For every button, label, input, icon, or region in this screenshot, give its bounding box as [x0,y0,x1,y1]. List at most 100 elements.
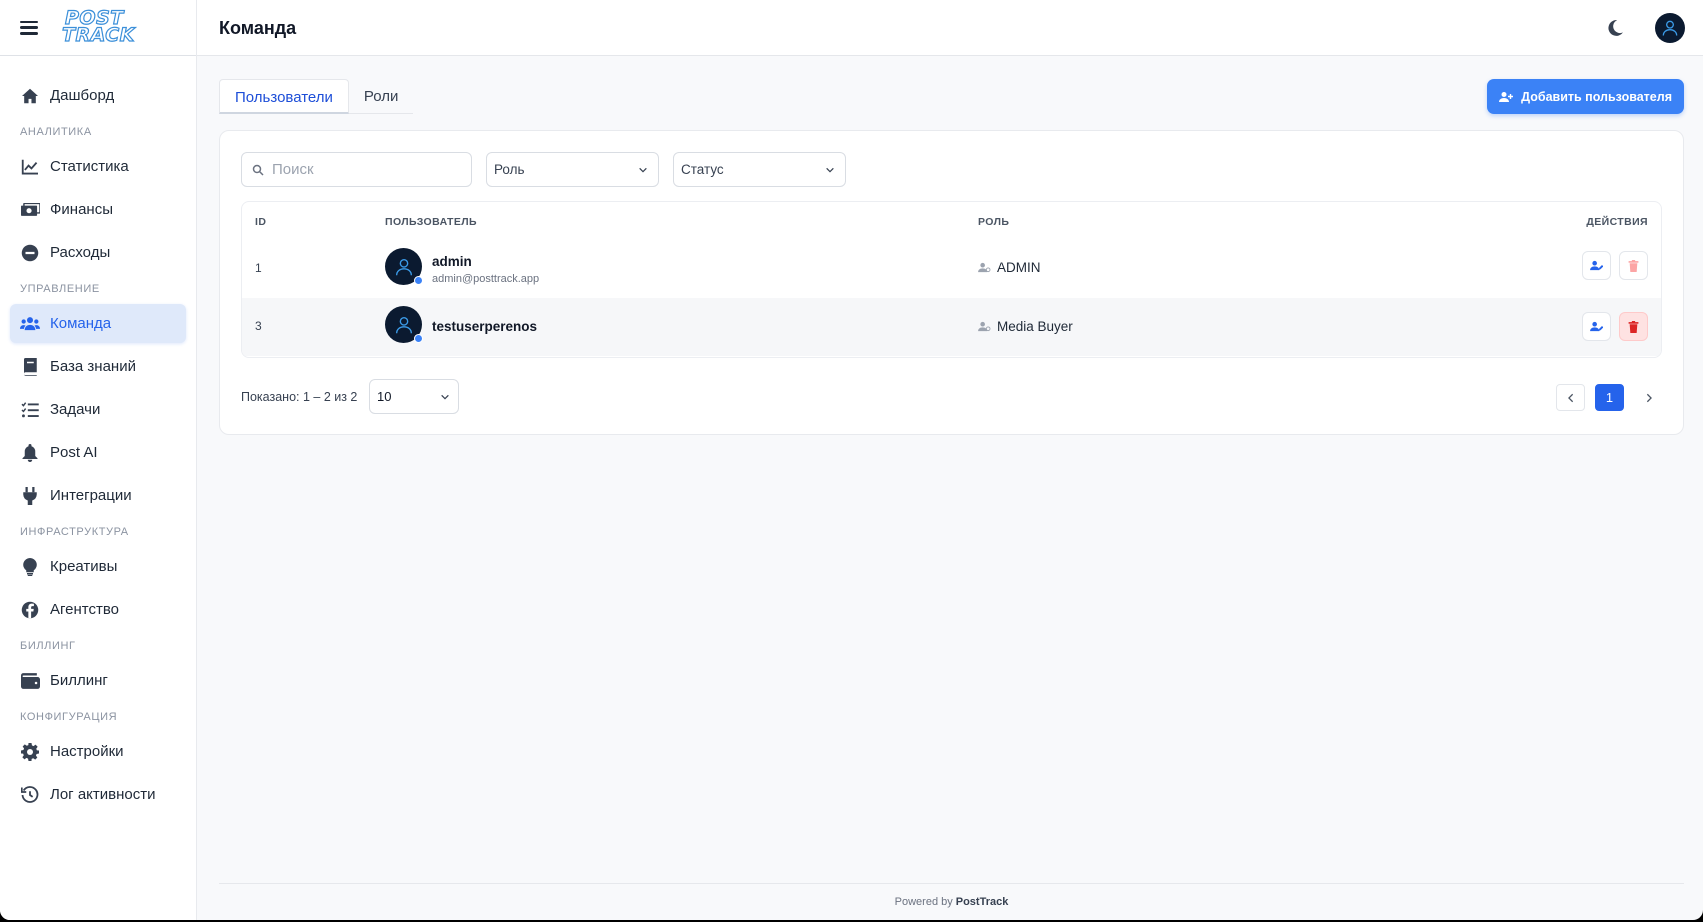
sidebar-item-facebook[interactable]: Агентство [10,590,186,629]
user-plus-icon [1499,91,1514,103]
logo-line-2: TRACK [61,24,135,46]
user-role: ADMIN [978,260,1041,275]
edit-role-button[interactable] [1582,251,1611,280]
history-icon [20,785,40,805]
wallet-icon [20,671,40,691]
sidebar-item-wallet[interactable]: Биллинг [10,661,186,700]
status-select[interactable]: Статус [673,152,846,187]
tabs: Пользователи Роли [219,79,414,114]
chevron-right-icon [1646,393,1652,402]
tasks-icon [20,400,40,420]
per-page-select[interactable]: 10 [369,379,459,414]
sidebar-item-label: Финансы [50,201,113,218]
sidebar-header: POST TRACK [0,0,196,56]
nav-section-label: БИЛЛИНГ [20,640,76,652]
sidebar-item-label: Команда [50,315,112,332]
menu-toggle-icon[interactable] [20,20,38,35]
chevron-down-icon [639,167,647,173]
posttrack-logo[interactable]: POST TRACK [61,8,135,46]
next-page-button[interactable] [1634,384,1663,411]
avatar[interactable] [385,306,423,343]
sidebar-item-bell[interactable]: Post AI [10,433,186,472]
prev-page-button[interactable] [1556,384,1585,411]
sidebar-item-home[interactable]: Дашборд [10,76,186,115]
top-bar: Команда [197,0,1703,56]
col-user: ПОЛЬЗОВАТЕЛЬ [385,216,477,228]
sidebar-item-label: Агентство [50,601,119,618]
trash-icon [1628,259,1639,272]
tab-roles[interactable]: Роли [348,79,414,114]
filters-bar: Роль Статус [241,152,846,187]
sidebar-item-money[interactable]: Финансы [10,190,186,229]
delete-button[interactable] [1619,312,1648,341]
user-icon [1662,20,1678,36]
sidebar-item-book[interactable]: База знаний [10,347,186,386]
sidebar-item-users[interactable]: Команда [10,304,186,343]
users-table: ID ПОЛЬЗОВАТЕЛЬ РОЛЬ ДЕЙСТВИЯ 1 admin ad… [241,201,1662,358]
nav-section-label: УПРАВЛЕНИЕ [20,283,100,295]
footer: Powered by PostTrack [219,883,1684,920]
trash-icon [1628,320,1639,333]
sidebar-item-minus-circle[interactable]: Расходы [10,233,186,272]
col-actions: ДЕЙСТВИЯ [1586,216,1648,228]
chevron-down-icon [441,394,449,400]
user-edit-icon [1590,260,1603,271]
page-button-current[interactable]: 1 [1595,384,1624,411]
delete-button[interactable] [1619,251,1648,280]
user-name[interactable]: testuserperenos [432,319,537,334]
sidebar-item-label: Расходы [50,244,111,261]
app-window: POST TRACK Дашборд АНАЛИТИКА Статистика Фин… [0,0,1703,920]
user-tag-icon [978,262,991,273]
sidebar-nav: Дашборд АНАЛИТИКА Статистика Финансы Расходы… [0,56,196,814]
sidebar-item-lightbulb[interactable]: Креативы [10,547,186,586]
user-edit-icon [1590,321,1603,332]
role-label: ADMIN [997,260,1041,275]
sidebar-item-gear[interactable]: Настройки [10,732,186,771]
sidebar-item-label: Креативы [50,558,118,575]
sidebar-item-label: Лог активности [50,786,156,803]
footer-prefix: Powered by [894,896,953,908]
role-select-value: Роль [494,162,525,177]
page-title: Команда [219,18,297,38]
search-box[interactable] [241,152,472,187]
pagination-info: Показано: 1 – 2 из 2 [241,390,358,404]
sidebar-item-history[interactable]: Лог активности [10,775,186,814]
sidebar-item-label: Биллинг [50,672,108,689]
avatar[interactable] [385,248,423,285]
user-icon [395,316,412,333]
sidebar-item-label: База знаний [50,358,136,375]
role-select[interactable]: Роль [486,152,659,187]
add-user-button[interactable]: Добавить пользователя [1487,79,1684,114]
online-dot [414,334,423,343]
moon-icon[interactable] [1605,18,1625,38]
tab-users[interactable]: Пользователи [219,79,349,114]
sidebar-item-label: Настройки [50,743,124,760]
search-input[interactable] [272,161,452,178]
user-name[interactable]: admin [432,254,472,269]
edit-role-button[interactable] [1582,312,1611,341]
money-icon [20,200,40,220]
sidebar-item-plug[interactable]: Интеграции [10,476,186,515]
minus-circle-icon [20,243,40,263]
sidebar-item-tasks[interactable]: Задачи [10,390,186,429]
user-id: 1 [255,261,262,275]
user-tag-icon [978,321,991,332]
user-icon [395,258,412,275]
footer-brand[interactable]: PostTrack [956,896,1009,908]
gear-icon [20,742,40,762]
chevron-down-icon [826,167,834,173]
nav-section-label: ИНФРАСТРУКТУРА [20,526,129,538]
nav-section-label: АНАЛИТИКА [20,126,92,138]
sidebar-item-chart-line[interactable]: Статистика [10,147,186,186]
per-page-value: 10 [377,389,392,404]
add-user-label: Добавить пользователя [1521,89,1672,104]
sidebar-item-label: Задачи [50,401,101,418]
sidebar-item-label: Интеграции [50,487,132,504]
user-avatar[interactable] [1655,13,1685,43]
table-header: ID ПОЛЬЗОВАТЕЛЬ РОЛЬ ДЕЙСТВИЯ [242,202,1661,240]
sidebar-item-label: Статистика [50,158,129,175]
users-card: Роль Статус ID ПОЛЬЗОВАТЕЛЬ РОЛЬ ДЕЙСТВИ… [219,130,1684,435]
sidebar-item-label: Post AI [50,444,98,461]
online-dot [414,276,423,285]
user-id: 3 [255,319,262,333]
